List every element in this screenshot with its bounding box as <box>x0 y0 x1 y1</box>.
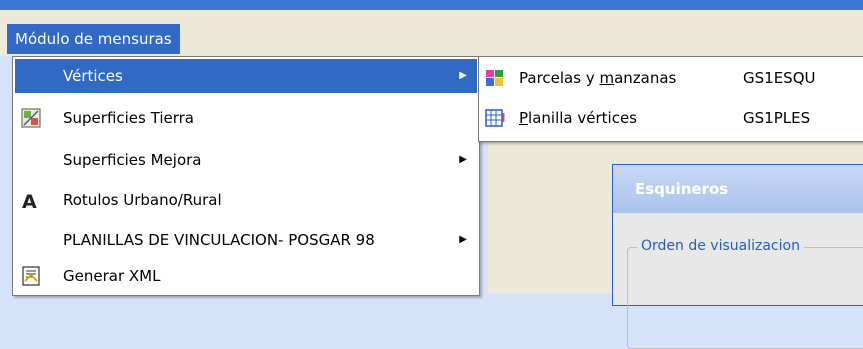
menu-item-label: Rotulos Urbano/Rural <box>63 191 222 209</box>
mensuras-menu: Vértices ▶ Superficies Tierra Superficie… <box>12 56 480 296</box>
svg-text:A: A <box>22 191 37 210</box>
menu-item-superficies-mejora[interactable]: Superficies Mejora ▶ <box>15 143 477 177</box>
menu-bar: Módulo de mensuras <box>0 10 863 56</box>
menu-item-rotulos[interactable]: A Rotulos Urbano/Rural <box>15 183 477 217</box>
menu-item-superficies-tierra[interactable]: Superficies Tierra <box>15 101 477 135</box>
table-icon <box>485 109 505 127</box>
menu-item-label: Generar XML <box>63 267 161 285</box>
menu-item-label: PLANILLAS DE VINCULACION- POSGAR 98 <box>63 231 375 249</box>
submenu-shortcut: GS1PLES <box>743 109 811 127</box>
submenu-item-planilla-vertices[interactable]: Planilla vértices GS1PLES <box>481 101 863 135</box>
visualization-order-group <box>627 247 863 349</box>
map-grid-icon <box>21 108 41 128</box>
letter-a-icon: A <box>22 191 37 210</box>
parcels-icon <box>486 70 503 86</box>
submenu-shortcut: GS1ESQU <box>743 69 816 87</box>
submenu-arrow-icon: ▶ <box>459 70 467 81</box>
menu-item-planillas-vinculacion[interactable]: PLANILLAS DE VINCULACION- POSGAR 98 ▶ <box>15 223 477 257</box>
group-label: Orden de visualizacion <box>637 238 804 254</box>
menu-item-label: Vértices <box>63 67 123 85</box>
xml-document-icon <box>22 266 40 286</box>
dialog-body: Orden de visualizacion <box>613 213 863 349</box>
submenu-label: Parcelas y manzanas <box>519 69 677 87</box>
menu-item-label: Superficies Mejora <box>63 151 202 169</box>
menu-modulo-de-mensuras[interactable]: Módulo de mensuras <box>7 24 180 54</box>
submenu-arrow-icon: ▶ <box>459 234 467 245</box>
submenu-item-parcelas[interactable]: Parcelas y manzanas GS1ESQU <box>481 61 863 95</box>
submenu-label: Planilla vértices <box>519 109 637 127</box>
menu-item-vertices[interactable]: Vértices ▶ <box>15 59 477 93</box>
submenu-arrow-icon: ▶ <box>459 154 467 165</box>
dialog-title[interactable]: Esquineros <box>613 165 863 213</box>
esquineros-dialog: Esquineros Orden de visualizacion <box>612 164 863 349</box>
menu-item-label: Superficies Tierra <box>63 109 194 127</box>
vertices-submenu: Parcelas y manzanas GS1ESQU Planilla vér… <box>478 56 863 142</box>
menu-item-generar-xml[interactable]: Generar XML <box>15 259 477 293</box>
